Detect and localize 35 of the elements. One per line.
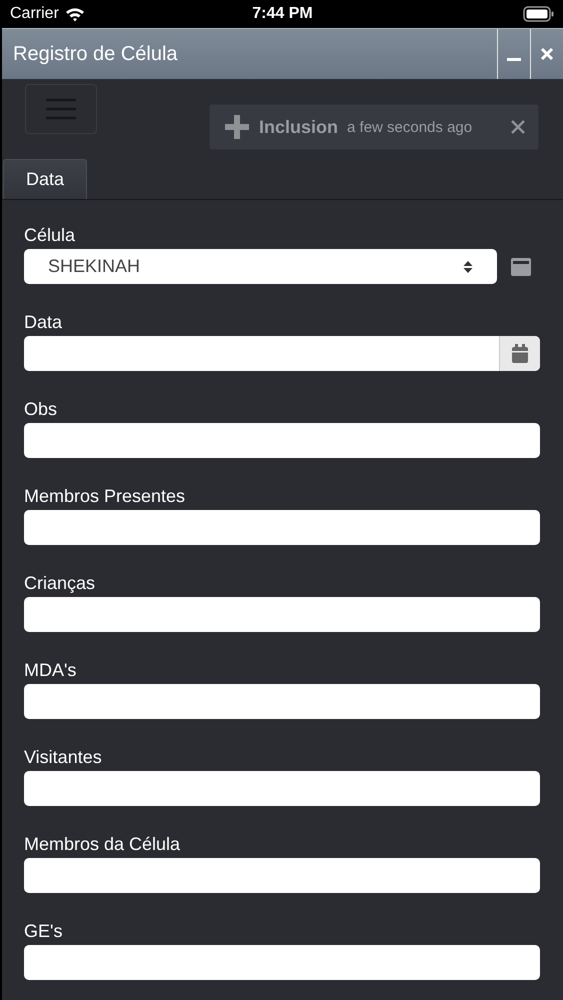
select-field[interactable]: SHEKINAH [24, 249, 497, 284]
close-icon [510, 119, 526, 135]
window-title: Registro de Célula [12, 42, 179, 66]
field-label: Obs [24, 398, 58, 421]
battery-icon [523, 6, 555, 22]
field-label: Membros Presentes [24, 485, 186, 508]
input-field[interactable] [24, 423, 540, 458]
close-button[interactable] [510, 119, 526, 135]
notification-time: a few seconds ago [347, 118, 472, 136]
wifi-icon [64, 6, 85, 22]
field-label: Célula [24, 224, 76, 247]
input-field[interactable] [24, 771, 540, 806]
close-icon [540, 47, 554, 61]
notification-title: Inclusion [259, 116, 338, 138]
carrier-label: Carrier [10, 5, 59, 23]
menu-button[interactable] [25, 84, 97, 134]
input-field[interactable] [24, 945, 540, 980]
plus-icon [224, 114, 250, 140]
sort-arrows-icon [463, 260, 473, 274]
field-label: MDA's [24, 659, 78, 682]
input-field[interactable] [24, 510, 540, 545]
clock-time: 7:44 PM [252, 5, 313, 23]
input-field[interactable] [24, 858, 540, 893]
field-label: GE's [24, 920, 64, 943]
input-field[interactable] [24, 597, 540, 632]
field-label: Membros da Célula [24, 833, 182, 856]
field-label: Data [24, 311, 64, 334]
field-label: Visitantes [24, 746, 103, 769]
tab[interactable]: Data [3, 159, 88, 199]
calendar-icon[interactable] [511, 344, 529, 364]
window-icon[interactable] [510, 256, 532, 276]
minimize-icon [507, 58, 521, 60]
input-field[interactable] [24, 684, 540, 719]
date-field[interactable] [24, 336, 540, 371]
field-label: Crianças [24, 572, 96, 595]
